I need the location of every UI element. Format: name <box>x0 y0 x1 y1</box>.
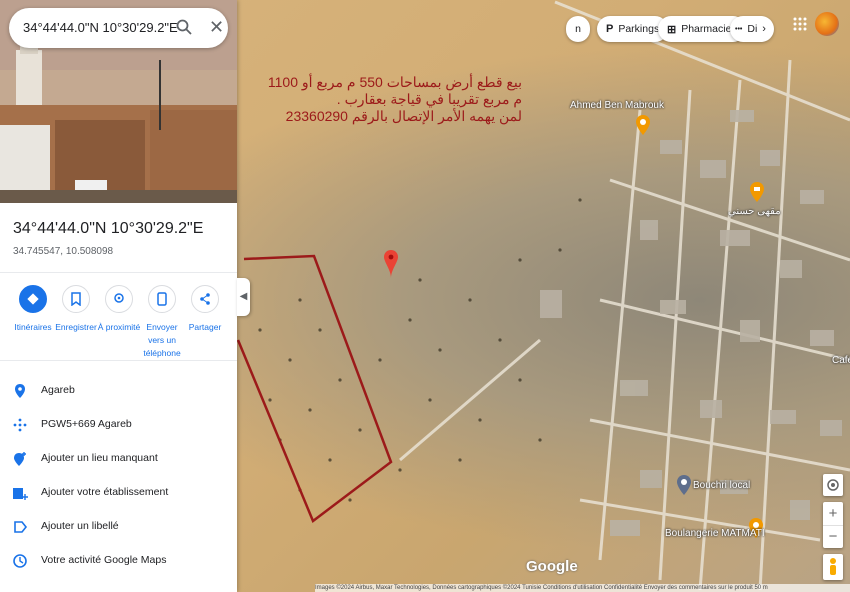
my-location-button[interactable] <box>823 474 843 496</box>
close-icon[interactable]: ✕ <box>209 17 224 38</box>
poi-label-ahmed[interactable]: Ahmed Ben Mabrouk <box>570 100 664 111</box>
divider <box>0 360 237 361</box>
detail-row-locality[interactable]: Agareb <box>0 374 237 408</box>
search-box[interactable]: 34°44'44.0"N 10°30'29.2"E ✕ <box>9 8 228 48</box>
chip-more-label: Di <box>747 23 758 35</box>
send-to-phone-label: Envoyer vers un téléphone <box>143 322 181 358</box>
share-label: Partager <box>188 322 222 332</box>
detail-locality-text: Agareb <box>41 384 75 396</box>
detail-add-label-text: Ajouter un libellé <box>41 520 119 532</box>
poi-label-bouchri[interactable]: Bouchri local <box>693 480 750 491</box>
apps-grid-icon[interactable] <box>793 17 807 31</box>
share-icon <box>200 293 210 305</box>
zoom-in-button[interactable]: + <box>823 502 843 525</box>
search-input[interactable]: 34°44'44.0"N 10°30'29.2"E <box>23 20 178 35</box>
detail-row-add-business[interactable]: Ajouter votre établissement <box>0 476 237 510</box>
chip-pharmacies-label: Pharmacies <box>681 23 737 35</box>
chip-partial-label: n <box>575 23 581 35</box>
advertisement-text: بيع قطع أرض بمساحات 550 م مربع أو 1100 م… <box>262 74 522 125</box>
chevron-right-icon[interactable]: › <box>762 23 766 35</box>
google-logo: Google <box>526 558 578 575</box>
chip-more[interactable]: ••• Di › <box>730 16 774 42</box>
place-title: 34°44'44.0"N 10°30'29.2"E <box>13 220 204 237</box>
add-place-icon <box>14 452 26 466</box>
pegman-button[interactable] <box>823 554 843 580</box>
parking-icon: P <box>606 23 614 35</box>
nearby-icon <box>114 293 124 303</box>
advertisement-line-1: بيع قطع أرض بمساحات 550 م مربع أو 1100 م… <box>267 74 522 107</box>
advertisement-line-2: لمن يهمه الأمر الإتصال بالرقم 23360290 <box>285 108 522 124</box>
location-pin-icon <box>15 384 25 398</box>
chip-parkings-label: Parkings <box>618 23 660 35</box>
save-button[interactable]: Enregistrer <box>53 285 99 334</box>
collapse-panel-button[interactable]: ◀ <box>237 278 250 316</box>
chevron-left-icon: ◀ <box>239 291 248 302</box>
label-icon <box>14 521 28 533</box>
detail-row-add-label[interactable]: Ajouter un libellé <box>0 510 237 544</box>
plus-code-icon <box>13 418 27 432</box>
more-icon: ••• <box>735 25 743 33</box>
chip-partial[interactable]: n <box>566 16 590 42</box>
nearby-button[interactable]: À proximité <box>96 285 142 334</box>
directions-icon <box>27 293 39 305</box>
detail-row-add-place[interactable]: Ajouter un lieu manquant <box>0 442 237 476</box>
action-bar: Itinéraires Enregistrer À proximité Envo… <box>0 285 237 358</box>
directions-button[interactable]: Itinéraires <box>10 285 56 334</box>
detail-add-business-text: Ajouter votre établissement <box>41 486 169 498</box>
search-icon[interactable] <box>175 18 193 36</box>
poi-label-cafe[interactable]: Café <box>832 355 850 366</box>
place-side-panel: 34°44'44.0"N 10°30'29.2"E ✕ 34°44'44.0"N… <box>0 0 237 592</box>
pegman-icon <box>830 558 836 575</box>
add-business-icon <box>13 488 28 500</box>
account-avatar[interactable] <box>815 12 839 36</box>
divider <box>0 272 237 273</box>
decimal-coordinates: 34.745547, 10.508098 <box>13 246 114 257</box>
map-footer-attribution: Images ©2024 Airbus, Maxar Technologies,… <box>315 584 850 592</box>
directions-label: Itinéraires <box>14 322 52 332</box>
send-to-phone-button[interactable]: Envoyer vers un téléphone <box>139 285 185 360</box>
history-icon <box>13 554 27 568</box>
zoom-controls: + − <box>823 502 843 548</box>
zoom-out-button[interactable]: − <box>823 525 843 549</box>
crosshair-icon <box>827 479 839 491</box>
nearby-label: À proximité <box>97 322 141 332</box>
bookmark-icon <box>71 292 81 306</box>
poi-label-arabic[interactable]: مقهى حسني <box>728 206 781 217</box>
detail-plus-code-text: PGW5+669 Agareb <box>41 418 132 430</box>
poi-label-boulangerie[interactable]: Boulangerie MATMATI <box>665 528 765 539</box>
send-to-phone-icon <box>157 292 167 306</box>
detail-row-plus-code[interactable]: PGW5+669 Agareb <box>0 408 237 442</box>
pharmacy-icon: ⊞ <box>667 23 677 36</box>
detail-add-place-text: Ajouter un lieu manquant <box>41 452 158 464</box>
detail-row-activity[interactable]: Votre activité Google Maps <box>0 544 237 578</box>
share-button[interactable]: Partager <box>182 285 228 334</box>
save-label: Enregistrer <box>55 322 97 332</box>
detail-activity-text: Votre activité Google Maps <box>41 554 167 566</box>
